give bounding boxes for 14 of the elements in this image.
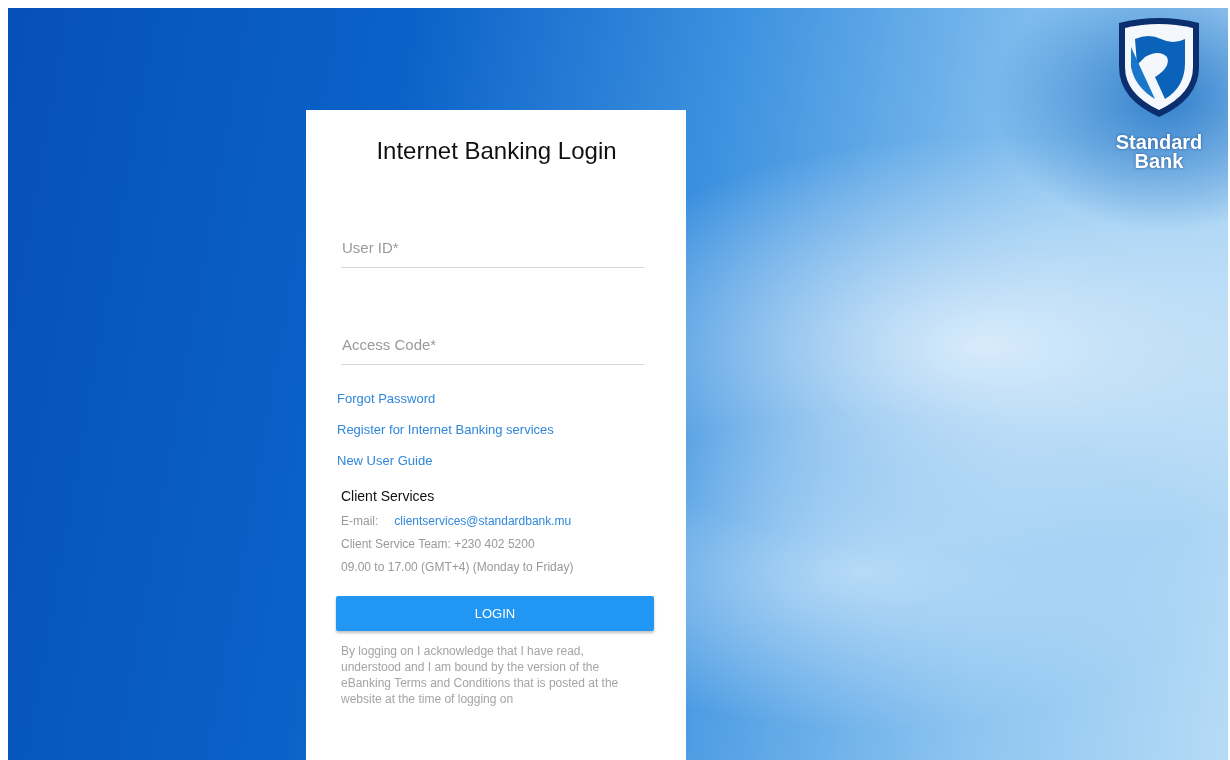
link[interactable]: Register for Internet Banking services [337, 422, 554, 437]
link[interactable]: New User Guide [337, 453, 433, 468]
login-title: Internet Banking Login [375, 137, 618, 165]
brand-name: Standard Bank [1115, 133, 1203, 171]
email-link[interactable]: clientservices@standardbank.mu [394, 514, 572, 528]
disclaimer-text: By logging on I acknowledge that I have read, understood and I am bound by the version of the eBanking Terms and Conditions that is posted at the website at the time of logging on [341, 643, 620, 707]
input-field[interactable]: Access Code* [341, 324, 644, 365]
hours-text: 09.00 to 17.00 (GMT+4) (Monday to Friday) [341, 560, 575, 574]
phone-text: Client Service Team: +230 402 5200 [341, 537, 536, 551]
login-button[interactable]: LOGIN [336, 596, 654, 631]
client-services-heading: Client Services [341, 488, 436, 504]
input-field[interactable]: User ID* [341, 227, 644, 268]
email-label: E-mail: [341, 514, 379, 528]
link[interactable]: Forgot Password [337, 391, 436, 406]
